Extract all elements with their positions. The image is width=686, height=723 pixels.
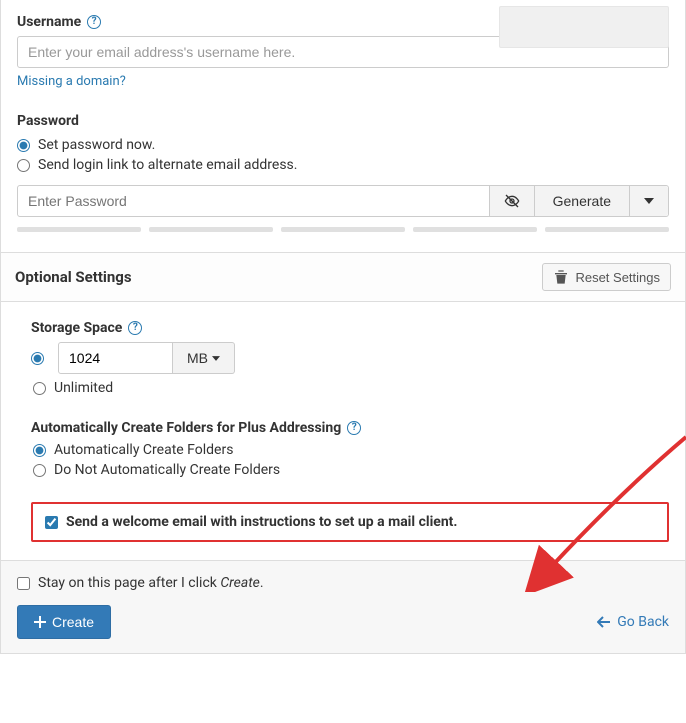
radio-storage-quota[interactable]	[31, 352, 44, 365]
reset-settings-button[interactable]: Reset Settings	[542, 263, 671, 291]
caret-down-icon	[212, 356, 220, 361]
storage-quota-input[interactable]	[58, 342, 173, 374]
domain-suffix-blurred	[499, 6, 669, 48]
trash-icon	[553, 269, 569, 285]
form-footer: Stay on this page after I click Create. …	[1, 560, 685, 653]
generate-options-caret-button[interactable]	[629, 186, 668, 216]
optional-settings-body: Storage Space ? MB Unlimited Automatical…	[1, 301, 685, 560]
password-label: Password	[17, 113, 79, 129]
optional-settings-header: Optional Settings Reset Settings	[1, 252, 685, 301]
password-input[interactable]	[18, 186, 489, 216]
radio-set-password-now[interactable]: Set password now.	[17, 137, 669, 153]
stay-on-page-checkbox-row[interactable]: Stay on this page after I click Create.	[17, 575, 669, 591]
form-panel: Username ? Missing a domain? Password Se…	[0, 0, 686, 654]
radio-plus-yes[interactable]: Automatically Create Folders	[33, 442, 669, 458]
stay-on-page-checkbox[interactable]	[17, 577, 30, 590]
password-strength-meter	[17, 227, 669, 232]
arrow-left-icon	[597, 616, 611, 628]
optional-settings-heading: Optional Settings	[15, 268, 132, 286]
create-button[interactable]: Create	[17, 605, 111, 639]
password-input-bar: Generate	[17, 185, 669, 217]
go-back-link[interactable]: Go Back	[597, 614, 669, 630]
help-icon[interactable]: ?	[347, 421, 361, 435]
radio-plus-no[interactable]: Do Not Automatically Create Folders	[33, 462, 669, 478]
welcome-email-highlight: Send a welcome email with instructions t…	[31, 502, 669, 542]
radio-storage-unlimited[interactable]: Unlimited	[33, 380, 669, 396]
storage-unit-dropdown[interactable]: MB	[173, 342, 235, 374]
help-icon[interactable]: ?	[87, 15, 101, 29]
plus-icon	[34, 616, 46, 628]
welcome-email-label: Send a welcome email with instructions t…	[66, 514, 457, 530]
password-group: Password Set password now. Send login li…	[17, 113, 669, 232]
storage-group: Storage Space ? MB Unlimited	[31, 320, 669, 396]
toggle-password-visibility-button[interactable]	[489, 186, 534, 216]
plus-addressing-group: Automatically Create Folders for Plus Ad…	[31, 420, 669, 478]
caret-down-icon	[644, 198, 654, 204]
plus-addressing-label: Automatically Create Folders for Plus Ad…	[31, 420, 341, 436]
storage-label: Storage Space	[31, 320, 122, 336]
welcome-email-checkbox[interactable]	[45, 516, 58, 529]
username-group: Username ? Missing a domain?	[17, 14, 669, 89]
missing-domain-link[interactable]: Missing a domain?	[17, 74, 126, 89]
generate-password-button[interactable]: Generate	[534, 186, 629, 216]
username-label: Username	[17, 14, 81, 30]
eye-slash-icon	[504, 193, 520, 209]
help-icon[interactable]: ?	[128, 321, 142, 335]
radio-send-login-link[interactable]: Send login link to alternate email addre…	[17, 157, 669, 173]
